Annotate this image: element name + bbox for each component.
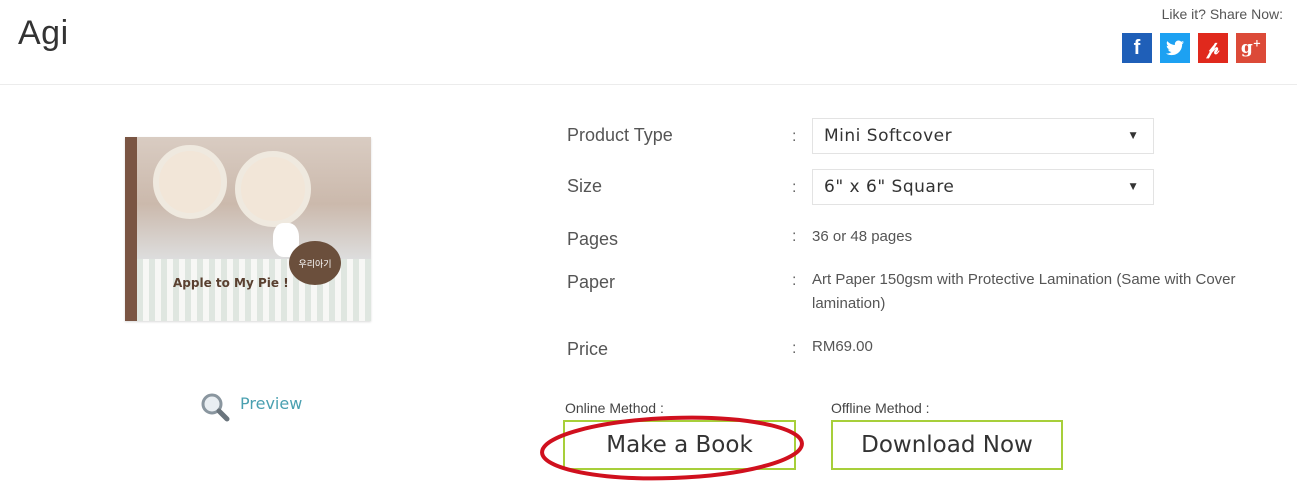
chevron-down-icon: ▼ <box>1129 182 1137 192</box>
separator-colon: : <box>792 228 797 245</box>
size-label: Size <box>567 176 603 196</box>
make-a-book-button[interactable]: Make a Book <box>563 420 796 470</box>
googleplus-icon: g+ <box>1240 38 1262 58</box>
cover-title: Apple to My Pie ! <box>173 276 289 290</box>
size-selected: 6" x 6" Square <box>824 177 955 197</box>
paper-value: Art Paper 150gsm with Protective Laminat… <box>812 271 1236 312</box>
pinterest-share-button[interactable]: 𝓅 <box>1198 33 1228 63</box>
chevron-down-icon: ▼ <box>1129 131 1137 141</box>
book-cover-image: 우리아기 Apple to My Pie ! <box>125 137 371 321</box>
twitter-icon <box>1166 40 1184 56</box>
separator-colon: : <box>792 179 797 196</box>
share-label: Like it? Share Now: <box>1161 6 1283 22</box>
baby-right <box>235 151 311 227</box>
pages-value: 36 or 48 pages <box>812 228 913 245</box>
facebook-icon: f <box>1133 36 1141 59</box>
separator-colon: : <box>792 272 797 289</box>
book-spine <box>125 137 137 321</box>
page-title: Agi <box>18 14 69 52</box>
paper-label: Paper <box>567 272 616 292</box>
price-value: RM69.00 <box>812 338 873 355</box>
speech-bubble: 우리아기 <box>289 241 341 285</box>
baby-left <box>153 145 227 219</box>
separator-colon: : <box>792 340 797 357</box>
pages-label: Pages <box>567 229 619 249</box>
separator-colon: : <box>792 128 797 145</box>
pinterest-icon: 𝓅 <box>1206 37 1220 59</box>
size-select[interactable]: 6" x 6" Square ▼ <box>812 169 1154 205</box>
magnifier-icon[interactable] <box>200 392 230 422</box>
online-method-label: Online Method : <box>565 400 664 416</box>
price-label: Price <box>567 339 609 359</box>
preview-link[interactable]: Preview <box>240 394 302 413</box>
product-type-selected: Mini Softcover <box>824 126 953 146</box>
download-now-button[interactable]: Download Now <box>831 420 1063 470</box>
facebook-share-button[interactable]: f <box>1122 33 1152 63</box>
twitter-share-button[interactable] <box>1160 33 1190 63</box>
googleplus-share-button[interactable]: g+ <box>1236 33 1266 63</box>
header-divider <box>0 84 1297 85</box>
product-type-select[interactable]: Mini Softcover ▼ <box>812 118 1154 154</box>
offline-method-label: Offline Method : <box>831 400 930 416</box>
product-type-label: Product Type <box>567 125 673 145</box>
